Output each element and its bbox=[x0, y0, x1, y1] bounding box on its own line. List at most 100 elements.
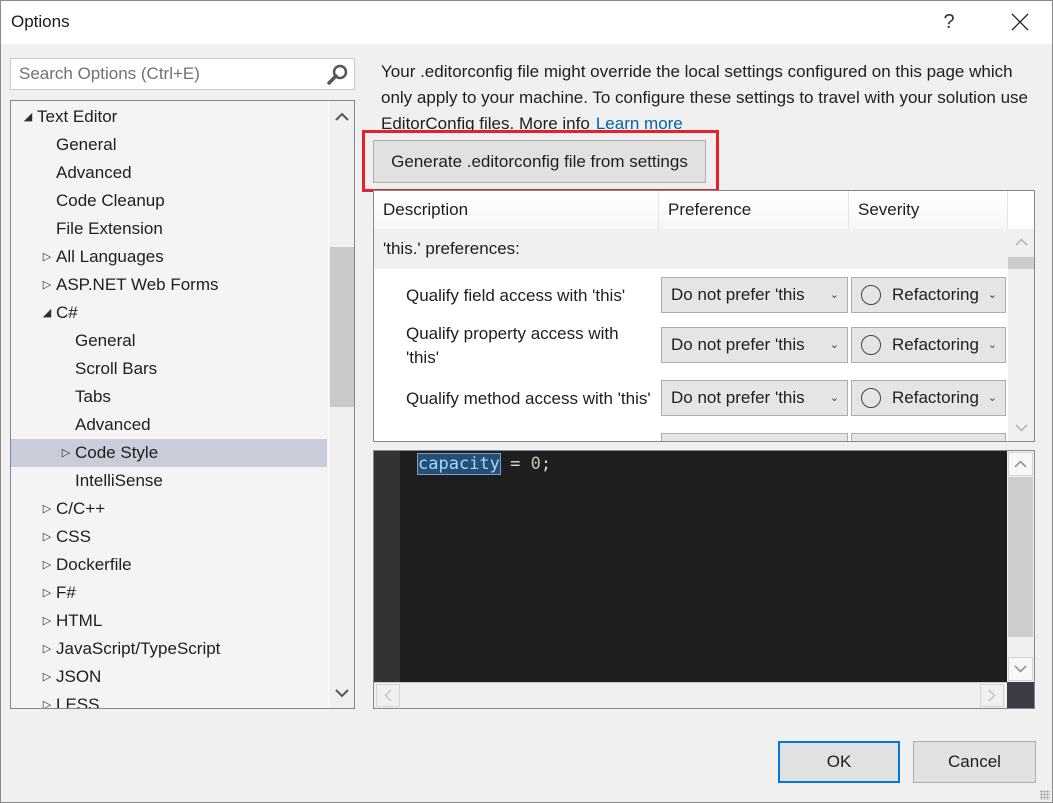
tree-item[interactable]: Scroll Bars bbox=[11, 355, 327, 383]
chevron-up-icon bbox=[335, 112, 349, 121]
grid-scroll-down-button[interactable] bbox=[1008, 415, 1034, 441]
tree-item[interactable]: Advanced bbox=[11, 411, 327, 439]
chevron-down-icon: ⌄ bbox=[829, 289, 839, 301]
severity-dropdown[interactable]: Refactoring ⌄ bbox=[851, 433, 1006, 442]
preference-dropdown[interactable]: Do not prefer 'this ⌄ bbox=[661, 277, 848, 313]
code-margin bbox=[374, 451, 400, 682]
grid-header: Description Preference Severity bbox=[374, 191, 1008, 229]
tree-item-label: LESS bbox=[56, 695, 100, 709]
collapsed-arrow-icon[interactable]: ▷ bbox=[40, 523, 54, 551]
collapsed-arrow-icon[interactable]: ▷ bbox=[40, 551, 54, 579]
chevron-down-icon: ⌄ bbox=[830, 434, 839, 441]
collapsed-arrow-icon[interactable]: ▷ bbox=[40, 271, 54, 299]
tree-item-label: Text Editor bbox=[37, 107, 118, 126]
severity-circle-icon bbox=[861, 441, 881, 442]
tree-item[interactable]: General bbox=[11, 327, 327, 355]
tree-item[interactable]: Code Cleanup bbox=[11, 187, 327, 215]
tree-item[interactable]: ▷ ASP.NET Web Forms bbox=[11, 271, 327, 299]
tree-scroll-thumb[interactable] bbox=[330, 247, 354, 408]
tree-item[interactable]: IntelliSense bbox=[11, 467, 327, 495]
severity-dropdown[interactable]: Refactoring ⌄ bbox=[851, 277, 1006, 313]
column-header-preference[interactable]: Preference bbox=[659, 191, 849, 229]
info-text: Your .editorconfig file might override t… bbox=[381, 62, 1028, 133]
tree-item-label: Tabs bbox=[75, 387, 111, 406]
collapsed-arrow-icon[interactable]: ▷ bbox=[40, 635, 54, 663]
cancel-button[interactable]: Cancel bbox=[913, 741, 1036, 783]
tree-item[interactable]: General bbox=[11, 131, 327, 159]
code-scroll-right-button[interactable] bbox=[980, 684, 1004, 707]
generate-editorconfig-button[interactable]: Generate .editorconfig file from setting… bbox=[373, 140, 706, 183]
tree-item[interactable]: ▷ C/C++ bbox=[11, 495, 327, 523]
preference-dropdown[interactable]: Do not prefer 'this ⌄ bbox=[661, 433, 848, 441]
tree-scroll-down-button[interactable] bbox=[329, 680, 354, 706]
chevron-down-icon: ⌄ bbox=[987, 392, 997, 404]
tree-item[interactable]: ▷ JSON bbox=[11, 663, 327, 691]
collapsed-arrow-icon[interactable]: ▷ bbox=[40, 691, 54, 708]
tree-item[interactable]: Advanced bbox=[11, 159, 327, 187]
tree-item[interactable]: ▷ F# bbox=[11, 579, 327, 607]
severity-value: Refactoring bbox=[892, 285, 979, 304]
search-box bbox=[10, 58, 355, 90]
code-vertical-scrollbar[interactable] bbox=[1007, 451, 1034, 682]
code-horizontal-scrollbar[interactable] bbox=[374, 682, 1007, 708]
grid-scroll-up-button[interactable] bbox=[1008, 229, 1034, 255]
preference-dropdown[interactable]: Do not prefer 'this ⌄ bbox=[661, 380, 848, 416]
chevron-down-icon: ⌄ bbox=[829, 392, 839, 404]
column-header-severity[interactable]: Severity bbox=[849, 191, 1008, 229]
tree-item[interactable]: ▷ HTML bbox=[11, 607, 327, 635]
tree-scroll-up-button[interactable] bbox=[329, 103, 354, 129]
code-scroll-left-button[interactable] bbox=[376, 684, 400, 707]
collapsed-arrow-icon[interactable]: ▷ bbox=[40, 495, 54, 523]
tree-item[interactable]: File Extension bbox=[11, 215, 327, 243]
tree-item-label: Code Cleanup bbox=[56, 191, 165, 210]
code-scroll-thumb[interactable] bbox=[1008, 477, 1033, 637]
collapsed-arrow-icon[interactable]: ▷ bbox=[59, 439, 73, 467]
grid-scroll-thumb[interactable] bbox=[1008, 257, 1034, 269]
chevron-up-icon bbox=[1015, 238, 1027, 246]
row-description: Qualify property access with 'this' bbox=[406, 323, 619, 367]
column-header-description[interactable]: Description bbox=[374, 191, 659, 229]
tree-item[interactable]: ▷ Code Style bbox=[11, 439, 327, 467]
collapsed-arrow-icon[interactable]: ▷ bbox=[40, 607, 54, 635]
close-button[interactable] bbox=[997, 5, 1043, 39]
tree-item-label: Advanced bbox=[56, 163, 132, 182]
code-style-grid: Description Preference Severity 'this.' … bbox=[373, 190, 1035, 442]
collapsed-arrow-icon[interactable]: ▷ bbox=[40, 243, 54, 271]
help-button[interactable]: ? bbox=[926, 5, 972, 39]
tree-item[interactable]: ▷ LESS bbox=[11, 691, 327, 709]
search-input[interactable] bbox=[11, 59, 321, 89]
tree-item-label: General bbox=[75, 331, 136, 350]
resize-grip-icon[interactable] bbox=[1040, 790, 1050, 800]
tree-item[interactable]: ◢ C# bbox=[11, 299, 327, 327]
search-icon[interactable] bbox=[326, 63, 350, 87]
code-preview: capacity = 0; bbox=[373, 450, 1035, 709]
collapsed-arrow-icon[interactable]: ▷ bbox=[40, 663, 54, 691]
tree-scrollbar[interactable] bbox=[328, 101, 354, 708]
preference-dropdown[interactable]: Do not prefer 'this ⌄ bbox=[661, 327, 848, 363]
tree-items: ◢ Text Editor General Advanced Code Cleanup F… bbox=[11, 103, 327, 709]
severity-dropdown[interactable]: Refactoring ⌄ bbox=[851, 380, 1006, 416]
tree-item-label: File Extension bbox=[56, 219, 163, 238]
tree-item[interactable]: ▷ Dockerfile bbox=[11, 551, 327, 579]
preference-value: Do not prefer 'this bbox=[671, 285, 805, 304]
collapsed-arrow-icon[interactable]: ▷ bbox=[40, 579, 54, 607]
tree-item[interactable]: ▷ JavaScript/TypeScript bbox=[11, 635, 327, 663]
grid-scrollbar[interactable] bbox=[1008, 229, 1034, 441]
code-scroll-down-button[interactable] bbox=[1008, 657, 1033, 681]
tree-item[interactable]: Tabs bbox=[11, 383, 327, 411]
tree-item[interactable]: ▷ CSS bbox=[11, 523, 327, 551]
options-tree: ◢ Text Editor General Advanced Code Cleanup F… bbox=[10, 100, 355, 709]
tree-item[interactable]: ◢ Text Editor bbox=[11, 103, 327, 131]
severity-dropdown[interactable]: Refactoring ⌄ bbox=[851, 327, 1006, 363]
ok-button[interactable]: OK bbox=[778, 741, 900, 783]
tree-item[interactable]: ▷ All Languages bbox=[11, 243, 327, 271]
code-scroll-up-button[interactable] bbox=[1008, 452, 1033, 476]
expanded-arrow-icon[interactable]: ◢ bbox=[21, 103, 35, 131]
severity-value: Refactoring bbox=[892, 434, 982, 441]
severity-circle-icon bbox=[861, 335, 881, 355]
tree-item-label: ASP.NET Web Forms bbox=[56, 275, 219, 294]
expanded-arrow-icon[interactable]: ◢ bbox=[40, 299, 54, 327]
grid-section-header: 'this.' preferences: bbox=[374, 229, 1008, 269]
tree-item-label: JavaScript/TypeScript bbox=[56, 639, 221, 658]
grid-row: Qualify event access with 'this' Do not p… bbox=[374, 425, 1008, 442]
